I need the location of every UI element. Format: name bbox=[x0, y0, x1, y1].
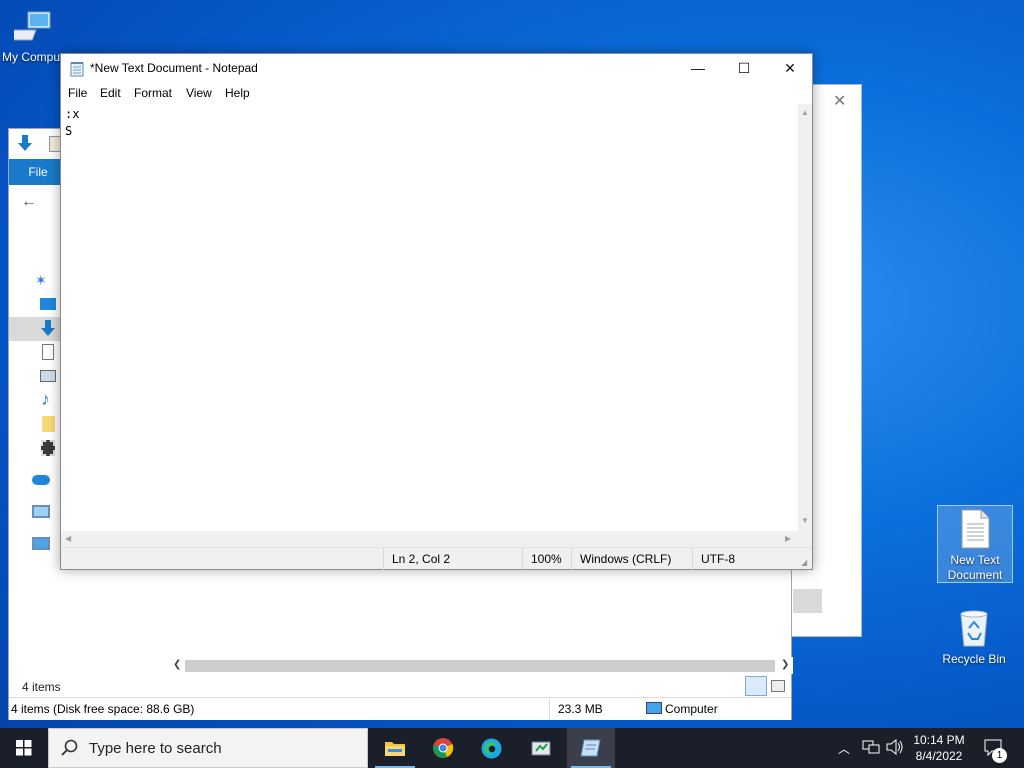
desktop-icon-label: Recycle Bin bbox=[942, 652, 1006, 666]
taskbar-notepad[interactable] bbox=[567, 728, 615, 768]
download-arrow-icon[interactable] bbox=[17, 135, 33, 156]
title-bar[interactable]: *New Text Document - Notepad — ☐ ✕ bbox=[61, 54, 812, 84]
scroll-down-icon[interactable]: ▼ bbox=[801, 516, 809, 525]
resize-grip-icon[interactable]: ◢ bbox=[801, 558, 807, 567]
dialog-button[interactable] bbox=[793, 589, 822, 613]
clock-time: 10:14 PM bbox=[913, 733, 965, 747]
vertical-scrollbar[interactable]: ▲ ▼ bbox=[798, 104, 812, 531]
horizontal-scrollbar[interactable]: ◀ ▶ bbox=[61, 531, 798, 547]
search-icon bbox=[61, 739, 79, 760]
maximize-button[interactable]: ☐ bbox=[721, 54, 767, 84]
nav-item-quick-access[interactable]: ✶ bbox=[9, 269, 61, 293]
status-disk-space: 4 items (Disk free space: 88.6 GB) bbox=[11, 702, 195, 716]
close-button[interactable]: ✕ bbox=[767, 54, 813, 84]
status-location: Computer bbox=[665, 702, 718, 716]
notification-badge: 1 bbox=[992, 748, 1007, 763]
minimize-button[interactable]: — bbox=[675, 54, 721, 84]
desktop-icon bbox=[40, 298, 56, 310]
taskbar-edge[interactable] bbox=[467, 728, 515, 768]
text-editor[interactable]: :x S bbox=[61, 104, 798, 531]
computer-icon bbox=[7, 8, 54, 46]
back-arrow-icon[interactable]: ← bbox=[21, 193, 37, 211]
notepad-icon bbox=[70, 61, 85, 80]
close-icon[interactable]: ✕ bbox=[833, 91, 846, 111]
taskbar-chrome[interactable] bbox=[419, 728, 467, 768]
desktop-icon-recycle-bin[interactable]: Recycle Bin bbox=[936, 608, 1012, 667]
large-icons-view-icon[interactable] bbox=[771, 680, 785, 692]
scroll-right-icon[interactable]: ▶ bbox=[785, 534, 791, 543]
search-box[interactable]: Type here to search bbox=[48, 728, 368, 768]
clock-date: 8/4/2022 bbox=[915, 749, 963, 763]
menu-format[interactable]: Format bbox=[134, 86, 172, 100]
status-computer-icon bbox=[646, 702, 662, 714]
scrollbar-thumb[interactable] bbox=[185, 660, 775, 672]
scroll-left-icon[interactable]: ◀ bbox=[65, 534, 71, 543]
app-icon bbox=[531, 738, 551, 761]
cloud-icon bbox=[32, 475, 50, 485]
nav-item-documents[interactable] bbox=[9, 341, 61, 365]
start-button[interactable] bbox=[0, 728, 48, 768]
document-icon bbox=[42, 344, 54, 360]
nav-item-onedrive[interactable] bbox=[9, 469, 61, 493]
edge-icon bbox=[481, 738, 502, 762]
horizontal-scrollbar[interactable]: ❮ ❯ bbox=[169, 657, 793, 674]
search-placeholder: Type here to search bbox=[89, 740, 222, 757]
folder-icon bbox=[385, 739, 405, 760]
scroll-left-icon[interactable]: ❮ bbox=[173, 659, 181, 670]
download-icon bbox=[40, 320, 56, 341]
taskbar: Type here to search ︿ 10:14 PM 8/4/2022 bbox=[0, 728, 1024, 768]
recycle-bin-icon bbox=[956, 608, 992, 648]
network-icon bbox=[32, 537, 50, 550]
nav-item-downloads[interactable] bbox=[9, 317, 61, 341]
taskbar-app[interactable] bbox=[517, 728, 565, 768]
details-view-icon[interactable] bbox=[745, 676, 767, 696]
nav-item-folder[interactable] bbox=[9, 413, 61, 437]
scroll-up-icon[interactable]: ▲ bbox=[801, 108, 809, 117]
notepad-icon bbox=[580, 738, 602, 761]
star-icon: ✶ bbox=[35, 272, 47, 288]
taskbar-file-explorer[interactable] bbox=[371, 728, 419, 768]
nav-item-this-pc[interactable] bbox=[9, 501, 61, 525]
computer-icon bbox=[32, 505, 50, 518]
music-note-icon: ♪ bbox=[41, 389, 50, 409]
folder-icon bbox=[42, 416, 55, 432]
desktop-icon-new-text-document[interactable]: New Text Document bbox=[937, 505, 1013, 583]
nav-item-pictures[interactable] bbox=[9, 365, 61, 389]
window-title: *New Text Document - Notepad bbox=[90, 61, 258, 75]
menu-bar: File Edit Format View Help bbox=[61, 84, 812, 104]
nav-item-music[interactable]: ♪ bbox=[9, 389, 61, 413]
nav-item-network[interactable] bbox=[9, 533, 61, 557]
status-encoding: UTF-8 bbox=[692, 548, 812, 570]
status-size: 23.3 MB bbox=[549, 698, 603, 720]
status-cursor-position: Ln 2, Col 2 bbox=[383, 548, 522, 570]
file-tab[interactable]: File bbox=[9, 159, 67, 185]
windows-logo-icon bbox=[16, 740, 32, 759]
nav-item-videos[interactable] bbox=[9, 437, 61, 461]
clock[interactable]: 10:14 PM 8/4/2022 bbox=[906, 732, 972, 764]
status-bar: Ln 2, Col 2 100% Windows (CRLF) UTF-8 ◢ bbox=[61, 547, 812, 570]
menu-file[interactable]: File bbox=[68, 86, 87, 100]
status-zoom: 100% bbox=[522, 548, 571, 570]
item-count: 4 items bbox=[22, 680, 61, 694]
navigation-pane: ✶ ♪ bbox=[9, 269, 61, 557]
desktop-icon-label: New Text Document bbox=[947, 553, 1003, 582]
menu-help[interactable]: Help bbox=[225, 86, 250, 100]
network-icon[interactable] bbox=[862, 739, 880, 768]
scrollbar-corner bbox=[798, 531, 812, 547]
status-bar: 4 items (Disk free space: 88.6 GB) 23.3 … bbox=[9, 697, 791, 720]
notepad-window: *New Text Document - Notepad — ☐ ✕ File … bbox=[60, 53, 813, 570]
chevron-up-icon[interactable]: ︿ bbox=[838, 740, 850, 768]
text-file-icon bbox=[959, 509, 991, 549]
menu-view[interactable]: View bbox=[186, 86, 212, 100]
volume-icon[interactable] bbox=[886, 738, 904, 768]
status-line-endings: Windows (CRLF) bbox=[571, 548, 692, 570]
film-icon bbox=[41, 440, 55, 456]
picture-icon bbox=[40, 370, 56, 382]
scroll-right-icon[interactable]: ❯ bbox=[781, 659, 789, 670]
chrome-icon bbox=[432, 737, 454, 762]
menu-edit[interactable]: Edit bbox=[100, 86, 121, 100]
nav-item-desktop[interactable] bbox=[9, 293, 61, 317]
